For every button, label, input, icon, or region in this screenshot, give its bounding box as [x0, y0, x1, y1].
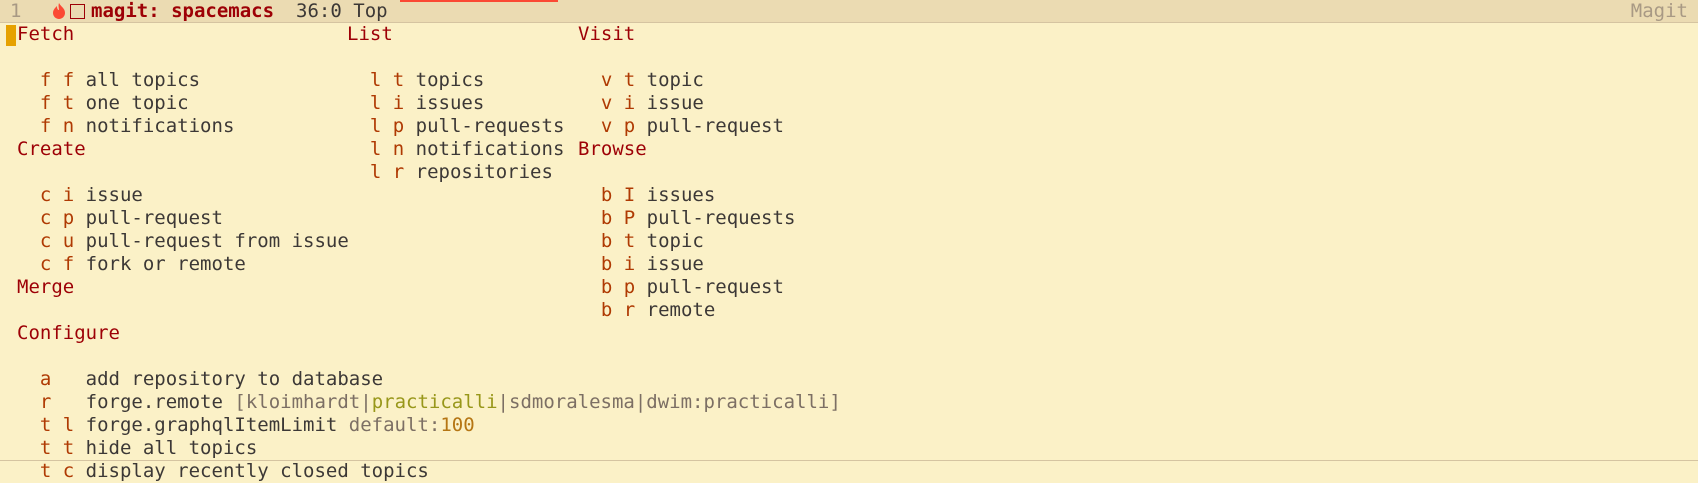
menu-item-list-issues[interactable]: l i issues [347, 69, 484, 114]
menu-key: b r [600, 299, 636, 321]
remote-option: sdmoralesma [509, 391, 635, 413]
menu-label: pull-request [646, 115, 784, 137]
menu-item-browse-issues[interactable]: b I issues [578, 161, 715, 206]
menu-label: display recently closed topics [85, 460, 429, 482]
menu-item-add-repository[interactable]: a add repository to database [17, 345, 383, 390]
fetch-heading: Fetch [17, 23, 75, 45]
configure-heading: Configure [17, 322, 120, 344]
cursor-position: 36:0 Top [296, 0, 388, 22]
menu-item-list-notifications[interactable]: l n notifications [347, 115, 565, 160]
menu-item-fetch-notifications[interactable]: f n notifications [17, 92, 235, 137]
menu-item-create-pull-request-from-issue[interactable]: c u pull-request from issue [17, 207, 349, 252]
list-heading: List [347, 23, 393, 45]
create-heading: Create [17, 138, 86, 160]
menu-item-create-fork-or-remote[interactable]: c f fork or remote [17, 230, 246, 275]
remote-option: dwim:practicalli [646, 391, 830, 413]
browse-heading: Browse [578, 138, 647, 160]
merge-heading: Merge [17, 276, 75, 298]
menu-label: remote [646, 299, 716, 321]
menu-item-browse-pull-requests[interactable]: b P pull-requests [578, 184, 796, 229]
menu-key: t c [39, 460, 75, 482]
default-value: 100 [440, 414, 475, 436]
menu-item-create-issue[interactable]: c i issue [17, 161, 143, 206]
mode-line-accent [400, 0, 558, 2]
menu-item-graphql-item-limit[interactable]: t l forge.graphqlItemLimit default:100 [17, 391, 475, 436]
menu-item-forge-remote[interactable]: r forge.remote [kloimhardt|practicalli|s… [17, 368, 841, 413]
menu-item-visit-pull-request[interactable]: v p pull-request [578, 92, 784, 137]
menu-item-display-closed-topics[interactable]: t c display recently closed topics [17, 437, 429, 482]
menu-item-browse-topic[interactable]: b t topic [578, 207, 704, 252]
menu-item-create-pull-request[interactable]: c p pull-request [17, 184, 223, 229]
menu-item-browse-pull-request[interactable]: b p pull-request [578, 253, 784, 298]
menu-label: repositories [415, 161, 553, 183]
menu-key: f n [39, 115, 75, 137]
window-divider [0, 460, 1698, 461]
menu-item-list-repositories[interactable]: l r repositories [347, 138, 553, 183]
menu-item-fetch-all-topics[interactable]: f f all topics [17, 46, 200, 91]
menu-item-visit-issue[interactable]: v i issue [578, 69, 704, 114]
menu-key: l r [369, 161, 405, 183]
menu-label: fork or remote [85, 253, 246, 275]
default-label: default: [348, 414, 441, 436]
major-mode: Magit [1630, 0, 1688, 22]
spacemacs-flame-icon [53, 3, 65, 19]
menu-item-visit-topic[interactable]: v t topic [578, 46, 704, 91]
menu-item-fetch-one-topic[interactable]: f t one topic [17, 69, 189, 114]
visit-heading: Visit [578, 23, 636, 45]
menu-key: v p [600, 115, 636, 137]
menu-key: c f [39, 253, 75, 275]
menu-item-browse-issue[interactable]: b i issue [578, 230, 704, 275]
text-cursor [6, 25, 16, 46]
menu-item-browse-remote[interactable]: b r remote [578, 276, 715, 321]
buffer-modified-indicator [70, 3, 85, 19]
menu-item-list-topics[interactable]: l t topics [347, 46, 484, 91]
mode-line: 1 magit: spacemacs 36:0 Top Magit [0, 0, 1698, 23]
menu-item-list-pull-requests[interactable]: l p pull-requests [347, 92, 565, 137]
window-number: 1 [10, 0, 22, 22]
buffer-title: magit: spacemacs [91, 0, 275, 22]
menu-label: notifications [85, 115, 235, 137]
menu-item-hide-all-topics[interactable]: t t hide all topics [17, 414, 257, 459]
